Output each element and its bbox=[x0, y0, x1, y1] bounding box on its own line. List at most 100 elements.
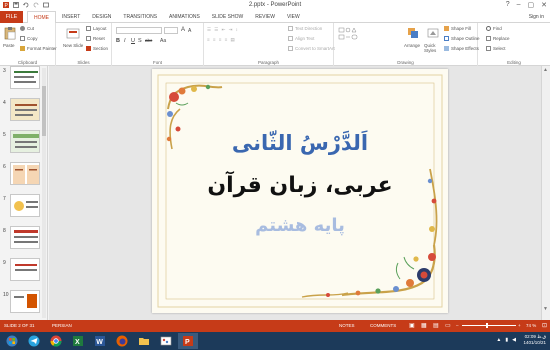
cut-button[interactable]: Cut bbox=[20, 26, 34, 32]
fit-to-window-icon[interactable]: ⊡ bbox=[542, 322, 547, 329]
align-buttons[interactable]: ≡ ≡ ≡ ≡ ▤ bbox=[207, 37, 236, 43]
reset-button[interactable]: Reset bbox=[86, 36, 105, 42]
taskbar-paint[interactable] bbox=[156, 333, 176, 349]
align-text-button[interactable]: Align Text bbox=[288, 36, 314, 42]
taskbar-word[interactable]: W bbox=[90, 333, 110, 349]
zoom-slider[interactable] bbox=[462, 325, 516, 326]
tab-review[interactable]: REVIEW bbox=[249, 11, 281, 23]
help-button[interactable]: ? bbox=[506, 1, 510, 9]
paste-button[interactable]: Paste bbox=[3, 43, 15, 48]
current-slide[interactable]: اَلدَّرْسُ الثّانی عربی، زبان قرآن پایه … bbox=[152, 69, 448, 313]
zoom-in-icon[interactable]: + bbox=[518, 323, 521, 328]
shape-outline-button[interactable]: Shape Outline bbox=[444, 36, 480, 42]
taskbar-powerpoint[interactable]: P bbox=[178, 333, 198, 349]
slide-thumbnail[interactable] bbox=[10, 290, 40, 313]
arrange-icon[interactable] bbox=[406, 26, 420, 40]
network-icon[interactable]: ▮ bbox=[505, 337, 508, 343]
close-button[interactable]: ✕ bbox=[541, 1, 547, 9]
thumbnail-number: 6 bbox=[3, 164, 6, 170]
quick-styles-icon[interactable] bbox=[426, 26, 440, 40]
slideshow-view-icon[interactable]: ▭ bbox=[445, 322, 451, 329]
normal-view-icon[interactable]: ▣ bbox=[409, 322, 415, 329]
new-slide-button[interactable]: New Slide bbox=[63, 43, 85, 48]
slide-sorter-icon[interactable]: ▦ bbox=[421, 322, 427, 329]
find-button[interactable]: Find bbox=[486, 26, 502, 32]
thumbnail-number: 5 bbox=[3, 132, 6, 138]
paste-icon[interactable] bbox=[3, 26, 17, 40]
slide-thumbnail[interactable] bbox=[10, 66, 40, 89]
shape-effects-button[interactable]: Shape Effects bbox=[444, 46, 479, 52]
restore-button[interactable]: ▢ bbox=[528, 1, 535, 9]
italic-button[interactable]: I bbox=[124, 38, 126, 44]
thumbnail-image bbox=[11, 195, 39, 216]
vertical-scrollbar[interactable]: ▲ ▼ bbox=[541, 66, 550, 320]
taskbar-telegram[interactable] bbox=[24, 333, 44, 349]
slide-thumbnail[interactable] bbox=[10, 130, 40, 153]
bold-button[interactable]: B bbox=[116, 38, 120, 44]
shapes-gallery-icon[interactable] bbox=[338, 27, 362, 47]
scroll-up-icon[interactable]: ▲ bbox=[543, 67, 548, 73]
strikethrough-button[interactable]: abc bbox=[145, 38, 152, 43]
windows-logo-icon bbox=[6, 335, 18, 347]
thumbnail-image bbox=[11, 67, 39, 88]
start-button[interactable] bbox=[2, 333, 22, 349]
copy-button[interactable]: Copy bbox=[20, 36, 38, 42]
zoom-out-icon[interactable]: – bbox=[456, 323, 459, 328]
find-icon bbox=[486, 26, 491, 32]
shadow-button[interactable]: S bbox=[138, 38, 142, 44]
font-size-dropdown[interactable] bbox=[164, 27, 178, 34]
replace-icon bbox=[486, 36, 491, 42]
notes-button[interactable]: NOTES bbox=[339, 323, 355, 328]
replace-button[interactable]: Replace bbox=[486, 36, 510, 42]
tab-animations[interactable]: ANIMATIONS bbox=[163, 11, 206, 23]
decrease-font-size-button[interactable]: A bbox=[188, 28, 191, 34]
tab-view[interactable]: VIEW bbox=[281, 11, 306, 23]
comments-button[interactable]: COMMENTS bbox=[370, 323, 396, 328]
change-case-button[interactable]: Aa bbox=[160, 38, 166, 44]
underline-button[interactable]: U bbox=[131, 38, 135, 44]
taskbar-firefox[interactable] bbox=[112, 333, 132, 349]
layout-icon bbox=[86, 26, 91, 32]
taskbar-chrome[interactable] bbox=[46, 333, 66, 349]
select-button[interactable]: Select bbox=[486, 46, 506, 52]
tab-file[interactable]: FILE bbox=[0, 11, 23, 23]
arrange-button[interactable]: Arrange bbox=[404, 43, 420, 48]
slide-thumbnail[interactable] bbox=[10, 258, 40, 281]
find-label: Find bbox=[493, 26, 502, 31]
bullet-list-buttons[interactable]: ☰ ☰ ⇤ ⇥ ↕ bbox=[207, 27, 239, 33]
smartart-button[interactable]: Convert to SmartArt bbox=[288, 46, 335, 52]
layout-button[interactable]: Layout bbox=[86, 26, 107, 32]
volume-icon[interactable]: ◀ bbox=[512, 337, 516, 343]
shape-fill-button[interactable]: Shape Fill bbox=[444, 26, 471, 32]
tray-arrow-icon[interactable]: ▲ bbox=[496, 337, 501, 343]
text-direction-button[interactable]: Text Direction bbox=[288, 26, 322, 32]
slide-thumbnail[interactable] bbox=[10, 98, 40, 121]
section-button[interactable]: Section bbox=[86, 46, 108, 52]
minimize-button[interactable]: – bbox=[517, 1, 521, 9]
tab-slide-show[interactable]: SLIDE SHOW bbox=[206, 11, 249, 23]
taskbar-file-explorer[interactable] bbox=[134, 333, 154, 349]
tab-transitions[interactable]: TRANSITIONS bbox=[117, 11, 163, 23]
slide-thumbnail[interactable] bbox=[10, 162, 40, 185]
taskbar-excel[interactable]: X bbox=[68, 333, 88, 349]
chrome-icon bbox=[50, 335, 62, 347]
scrollbar-thumb[interactable] bbox=[42, 86, 46, 136]
reading-view-icon[interactable]: ▤ bbox=[433, 322, 439, 329]
increase-font-size-button[interactable]: A bbox=[181, 27, 185, 33]
new-slide-icon[interactable] bbox=[66, 26, 80, 40]
format-painter-button[interactable]: Format Painter bbox=[20, 46, 57, 52]
language-indicator[interactable]: PERSIAN bbox=[52, 323, 72, 328]
slide-thumbnail[interactable] bbox=[10, 194, 40, 217]
quick-styles-button[interactable]: Quick Styles bbox=[424, 43, 442, 53]
zoom-slider-handle[interactable] bbox=[486, 323, 488, 328]
thumbnail-image bbox=[11, 259, 39, 280]
sign-in-link[interactable]: Sign in bbox=[529, 14, 544, 20]
font-family-dropdown[interactable] bbox=[116, 27, 162, 34]
tab-insert[interactable]: INSERT bbox=[56, 11, 86, 23]
clock[interactable]: 02:09 ق.ظ 1401/10/21 bbox=[523, 334, 546, 346]
tab-design[interactable]: DESIGN bbox=[86, 11, 117, 23]
zoom-level[interactable]: 74 % bbox=[526, 323, 536, 328]
thumbnail-scrollbar[interactable] bbox=[42, 68, 46, 318]
slide-thumbnail[interactable] bbox=[10, 226, 40, 249]
scroll-down-icon[interactable]: ▼ bbox=[543, 306, 548, 312]
